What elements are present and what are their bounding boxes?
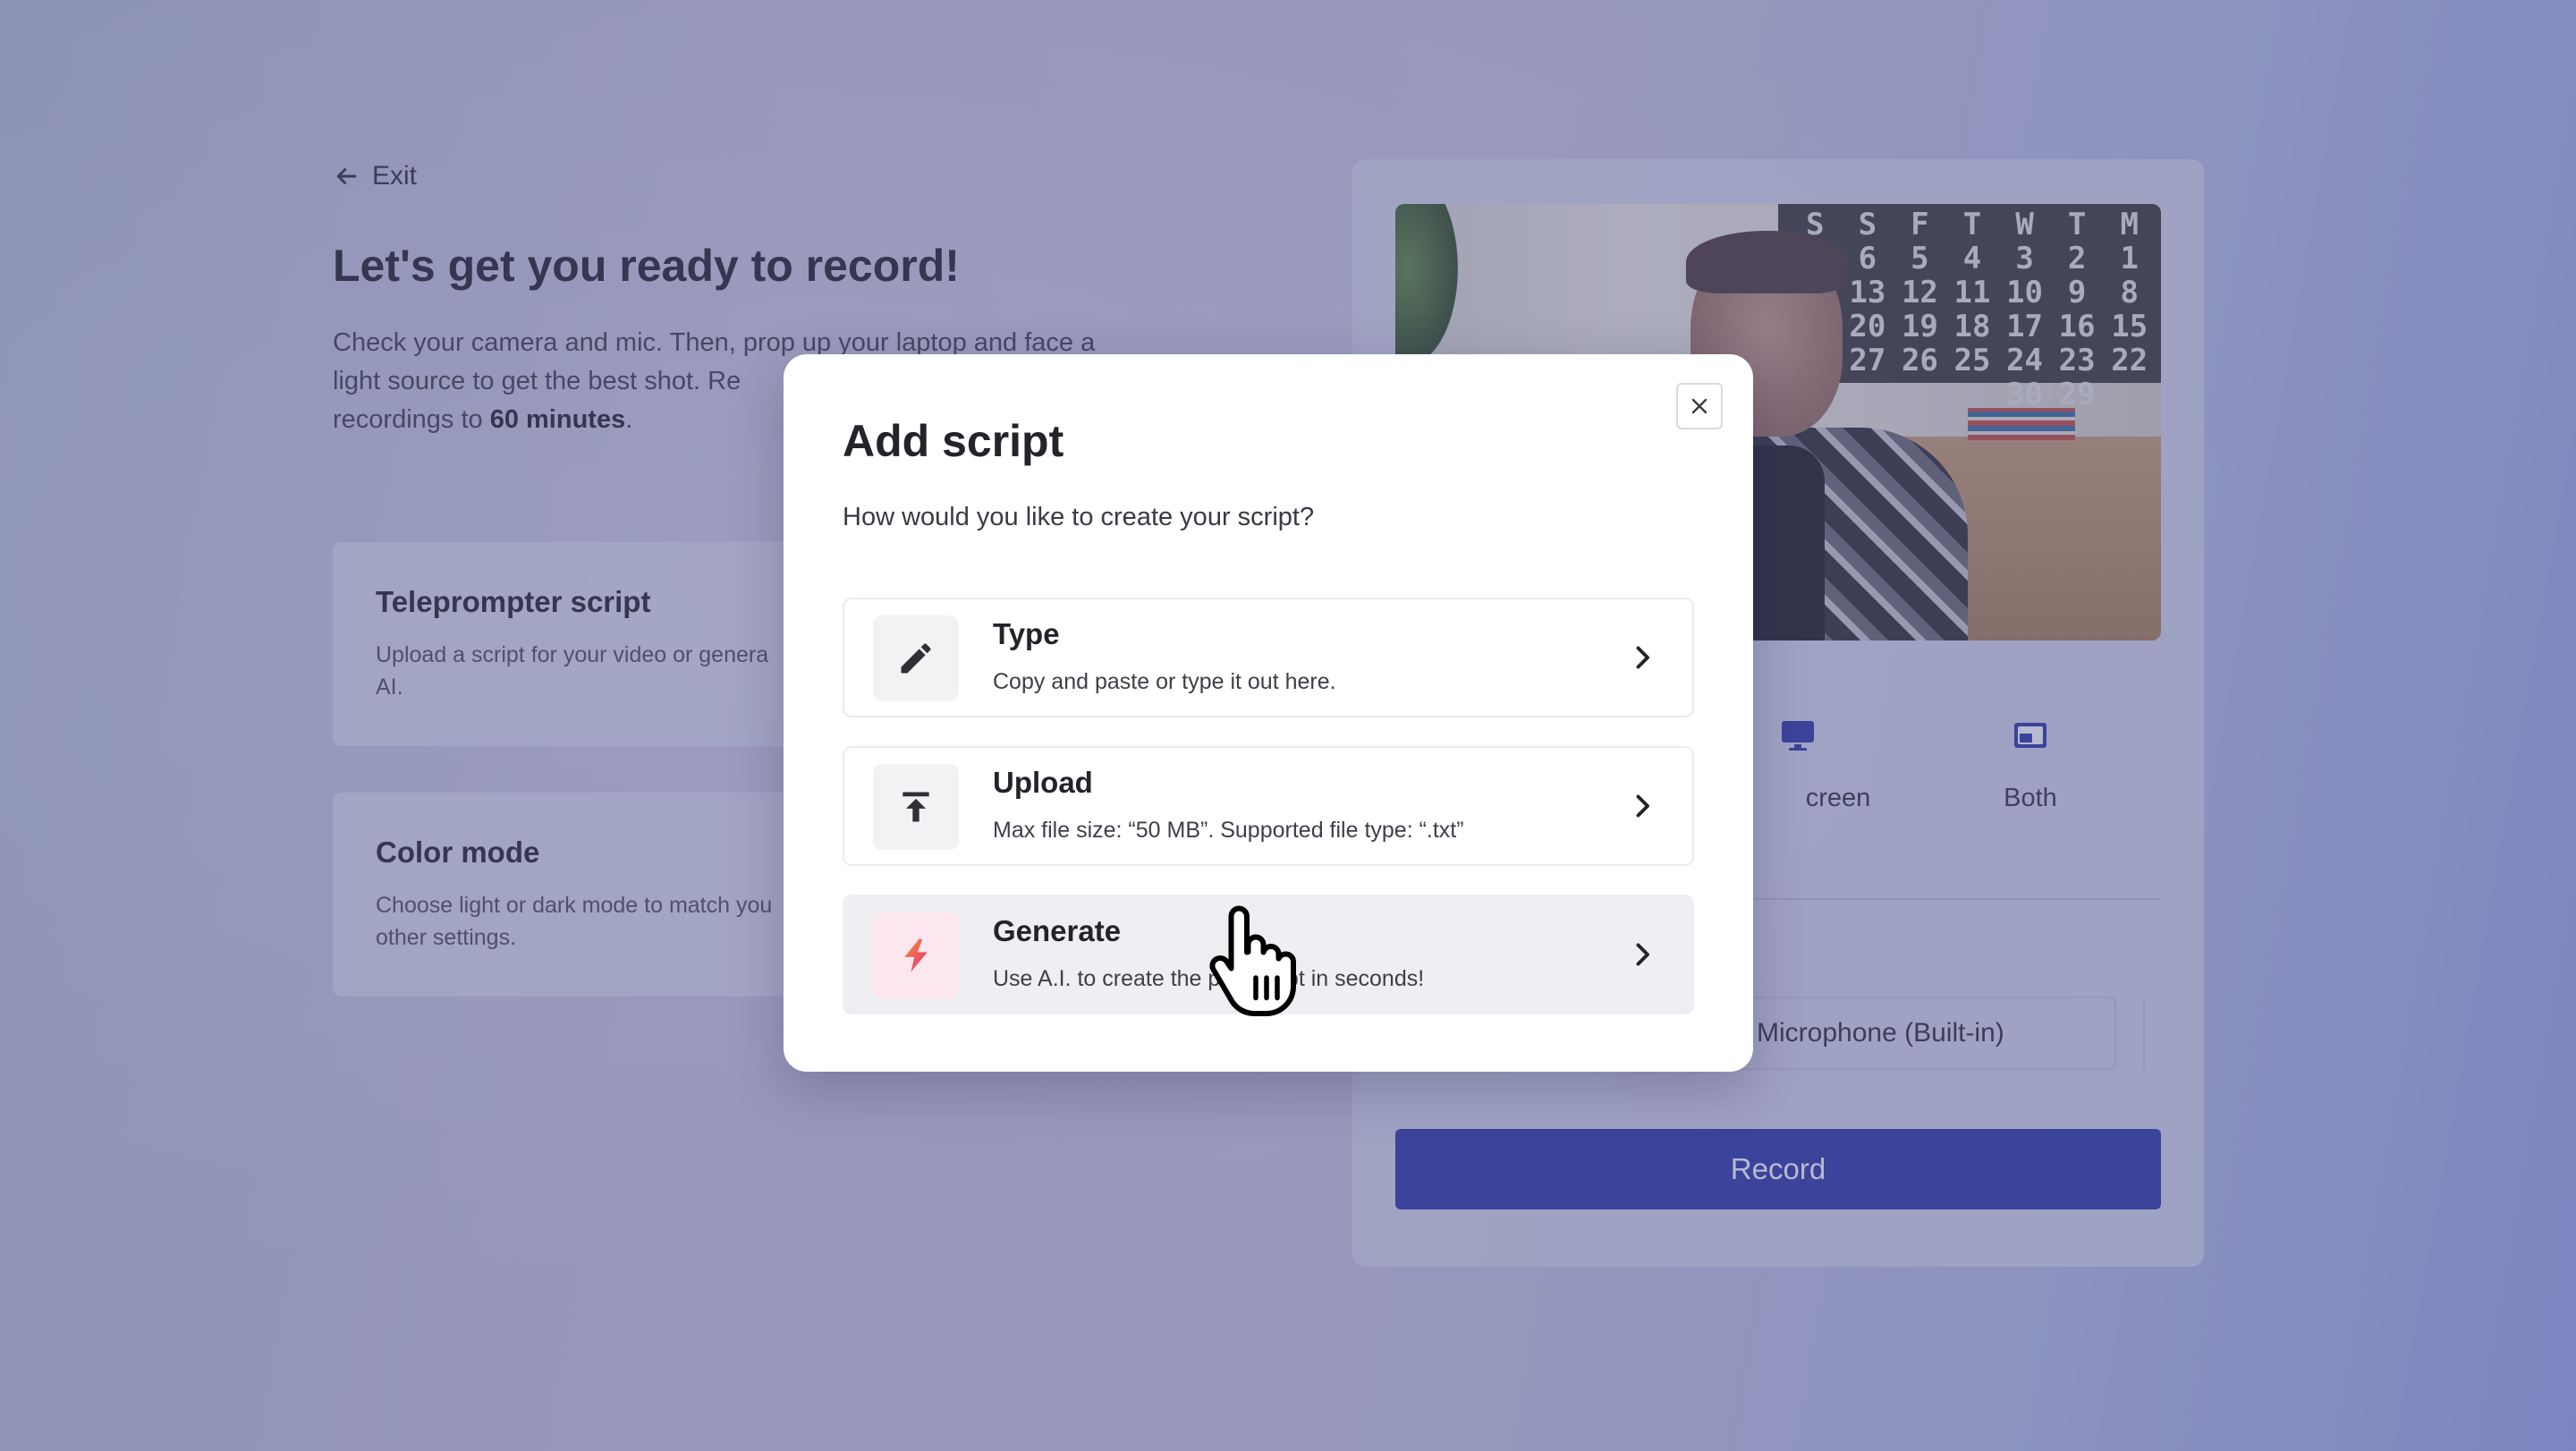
modal-title: Add script: [843, 416, 1064, 466]
lightning-icon: [904, 938, 928, 972]
modal-subtitle: How would you like to create your script…: [843, 503, 1315, 531]
option-upload-label: Upload: [993, 766, 1093, 799]
option-type-icon-box: [873, 615, 959, 701]
option-type[interactable]: Type Copy and paste or type it out here.: [843, 598, 1694, 717]
option-type-label: Type: [993, 617, 1060, 650]
option-upload[interactable]: Upload Max file size: “50 MB”. Supported…: [843, 746, 1694, 866]
upload-icon: [902, 792, 929, 822]
close-icon: [1691, 398, 1707, 414]
chevron-right-icon: [1636, 646, 1649, 669]
pencil-icon: [901, 643, 931, 674]
hand-cursor-icon: [1209, 905, 1296, 1016]
chevron-right-icon: [1636, 943, 1649, 966]
option-type-description: Copy and paste or type it out here.: [993, 669, 1336, 694]
option-generate-icon-box: [873, 912, 959, 998]
close-button[interactable]: [1676, 383, 1723, 429]
chevron-right-icon: [1636, 794, 1649, 818]
option-upload-description: Max file size: “50 MB”. Supported file t…: [993, 818, 1464, 843]
option-generate-label: Generate: [993, 914, 1122, 947]
option-upload-icon-box: [873, 764, 959, 850]
